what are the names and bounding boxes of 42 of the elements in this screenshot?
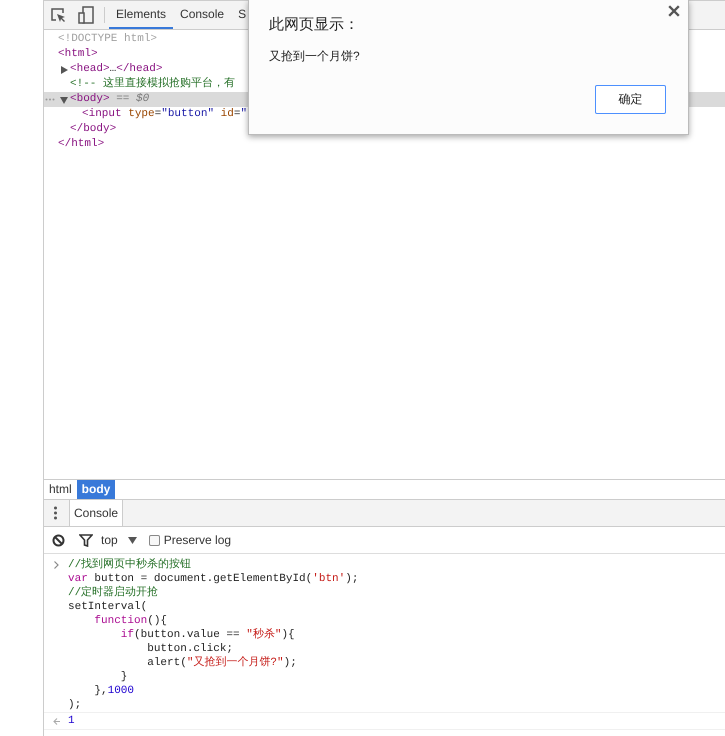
ok-button[interactable]: 确定 bbox=[595, 85, 666, 114]
panel-tab[interactable]: Elements bbox=[109, 1, 174, 29]
input-prompt-icon bbox=[54, 561, 58, 569]
code-line: } bbox=[120, 670, 128, 684]
dom-node[interactable]: </body> bbox=[70, 122, 116, 137]
code-line: },1000 bbox=[93, 684, 136, 698]
inspect-icon[interactable] bbox=[50, 7, 66, 23]
filter-icon[interactable] bbox=[79, 534, 93, 546]
expanded-triangle-icon[interactable] bbox=[60, 96, 68, 104]
drawer-tab[interactable]: Console bbox=[69, 499, 124, 526]
collapsed-triangle-icon[interactable] bbox=[60, 66, 68, 74]
breadcrumb[interactable]: body bbox=[76, 480, 116, 499]
code-line: if(button.value == "秒杀"){ bbox=[120, 628, 296, 642]
result-arrow-icon bbox=[52, 718, 60, 725]
clear-console-icon[interactable] bbox=[52, 534, 65, 546]
dom-node[interactable]: <html> bbox=[58, 47, 98, 62]
dialog-title: 此网页显示： bbox=[269, 15, 360, 34]
preserve-log-checkbox[interactable] bbox=[148, 534, 160, 546]
more-dots-icon[interactable] bbox=[45, 98, 55, 101]
dom-node[interactable]: </html> bbox=[58, 137, 104, 152]
dropdown-caret-icon[interactable] bbox=[128, 536, 137, 544]
code-line: function(){ bbox=[93, 614, 168, 628]
close-icon[interactable] bbox=[668, 5, 680, 17]
dom-node[interactable]: <input type="button" id=" bbox=[82, 107, 248, 122]
preserve-log-label[interactable]: Preserve log bbox=[164, 533, 232, 547]
panel-tab[interactable]: Console bbox=[173, 1, 232, 29]
more-options-icon[interactable] bbox=[54, 506, 57, 520]
device-icon[interactable] bbox=[78, 6, 94, 24]
code-line: setInterval( bbox=[68, 600, 148, 614]
code-line: ); bbox=[68, 698, 82, 712]
context-selector[interactable]: top bbox=[101, 533, 118, 547]
code-line: var button = document.getElementById('btn'); bbox=[68, 572, 358, 586]
code-line: button.click; bbox=[146, 642, 234, 656]
dom-node[interactable]: <head>…</head> bbox=[70, 62, 162, 77]
code-line: alert("又抢到一个月饼?"); bbox=[146, 656, 298, 670]
dialog-message: 又抢到一个月饼? bbox=[269, 48, 361, 65]
result-value: 1 bbox=[68, 714, 75, 729]
code-line: //找到网页中秒杀的按钮 bbox=[68, 558, 192, 572]
dom-node[interactable]: <body> == $0 bbox=[70, 92, 150, 107]
code-line: //定时器启动开抢 bbox=[68, 586, 160, 600]
breadcrumb[interactable]: html bbox=[44, 480, 77, 499]
dom-node[interactable]: <!-- 这里直接模拟抢购平台，有 bbox=[70, 77, 236, 92]
